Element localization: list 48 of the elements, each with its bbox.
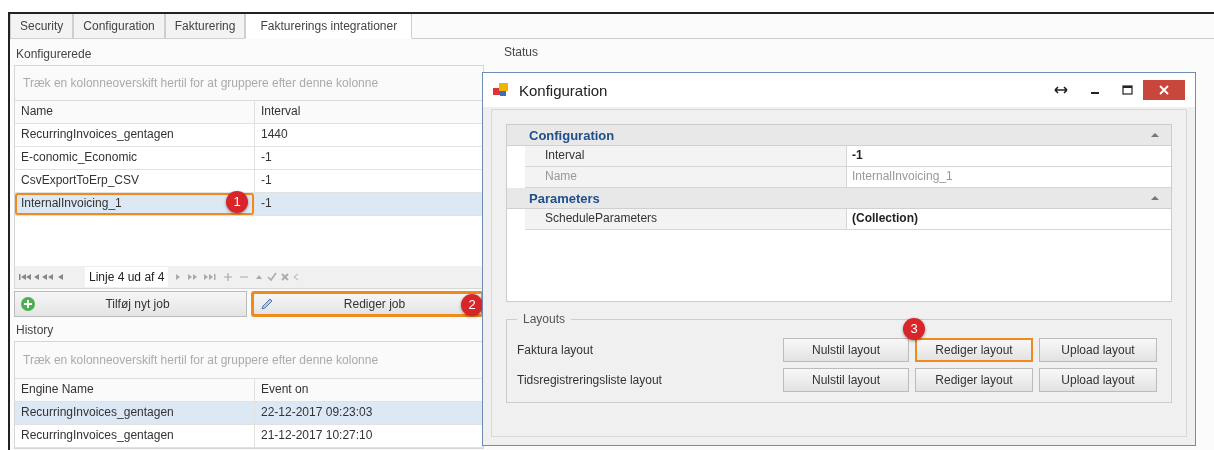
layout-label: Tidsregistreringsliste layout [517,373,663,387]
job-button[interactable]: Rediger job 2 [251,291,484,317]
group-hint: Træk en kolonneoverskift hertil for at gruppere efter denne kolonne [15,342,483,379]
group-hint: Træk en kolonneoverskift hertil for at gruppere efter denne kolonne [15,66,483,101]
section-title: Konfigurerede [15,46,93,63]
category-label: Configuration [529,127,615,143]
table-cell: RecurringInvoices_gentagen [15,124,255,146]
category-label: Parameters [529,190,600,206]
layout-button[interactable]: Upload layout [1039,368,1157,392]
close-button[interactable] [1143,80,1185,100]
job-button[interactable]: Tilføj nyt job [14,291,247,317]
window-title: Konfiguration [519,81,608,99]
table-cell: E-conomic_Economic [15,147,255,169]
group-title: Layouts [522,312,567,326]
callout-badge: 2 [461,294,483,316]
column-header[interactable]: Name [15,101,255,123]
layout-button[interactable]: Nulstil layout [783,368,909,392]
callout-badge: 3 [903,318,925,340]
layout-button[interactable]: Rediger layout [915,368,1033,392]
property-value[interactable]: -1 [847,146,1171,166]
property-name: Name [525,167,847,187]
section-title: History [15,322,55,339]
record-position: Linje 4 ud af 4 [85,267,169,287]
resize-icon[interactable] [1054,86,1068,94]
plus-icon [21,297,35,311]
table-cell: RecurringInvoices_gentagen [15,402,255,424]
layout-button[interactable]: Rediger layout [915,338,1033,362]
tab[interactable]: Fakturering [164,14,246,39]
layout-button[interactable]: Nulstil layout [783,338,909,362]
tab[interactable]: Fakturerings integrationer [245,14,413,39]
pencil-icon [260,297,274,311]
close-icon [1159,85,1169,95]
section-title: Status [504,45,540,59]
column-header[interactable]: Engine Name [15,379,255,401]
layout-button[interactable]: Upload layout [1039,338,1157,362]
property-name: ScheduleParameters [525,209,847,229]
tab[interactable]: Configuration [73,14,165,39]
tab[interactable]: Security [10,14,74,39]
table-cell: RecurringInvoices_gentagen [15,425,255,447]
collapse-icon[interactable] [1151,132,1159,138]
maximize-icon[interactable] [1122,85,1133,95]
layout-label: Faktura layout [517,343,595,357]
property-value[interactable]: (Collection) [847,209,1171,229]
app-icon [493,83,509,97]
callout-badge: 1 [226,191,248,213]
table-cell: InternalInvoicing_1 1 [15,193,255,215]
property-name: Interval [525,146,847,166]
collapse-icon[interactable] [1151,195,1159,201]
